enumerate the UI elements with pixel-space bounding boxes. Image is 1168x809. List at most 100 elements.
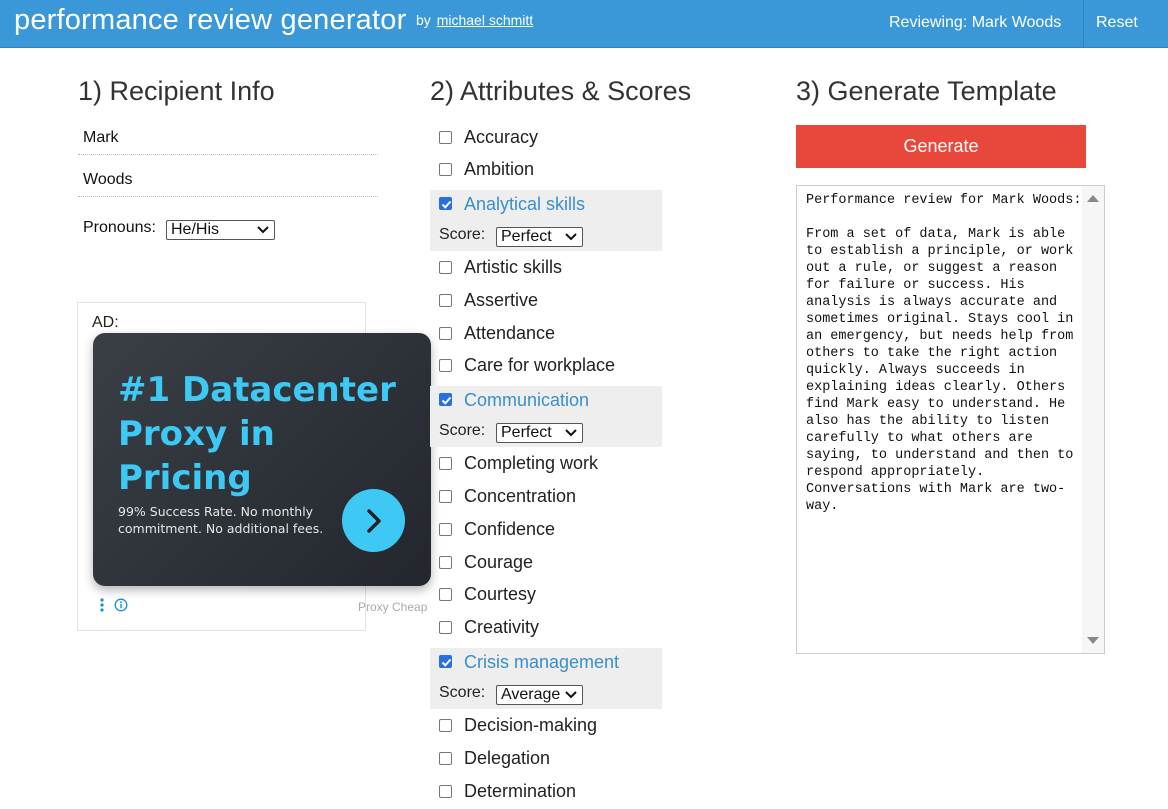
- review-output-textarea[interactable]: Performance review for Mark Woods: From …: [796, 185, 1105, 654]
- chevron-right-icon: [367, 509, 381, 533]
- scroll-up-icon[interactable]: [1086, 193, 1100, 203]
- info-icon[interactable]: [114, 598, 128, 612]
- attribute-checkbox[interactable]: [439, 131, 452, 144]
- attribute-checkbox[interactable]: [439, 457, 452, 470]
- attribute-checkbox[interactable]: [439, 261, 452, 274]
- ad-label: AD:: [92, 314, 119, 331]
- byline: by michael schmitt: [416, 12, 533, 28]
- scroll-down-icon[interactable]: [1086, 636, 1100, 646]
- byline-prefix: by: [416, 12, 431, 28]
- attribute-checkbox[interactable]: [439, 556, 452, 569]
- attribute-row[interactable]: Care for workplace: [430, 349, 662, 382]
- recipient-heading: 1) Recipient Info: [78, 76, 275, 106]
- template-heading: 3) Generate Template: [796, 76, 1057, 106]
- attribute-checkbox[interactable]: [439, 490, 452, 503]
- score-label: Score:: [439, 226, 486, 243]
- attribute-checkbox[interactable]: [439, 163, 452, 176]
- score-value: Perfect: [501, 424, 552, 441]
- score-value: Average: [501, 686, 561, 703]
- pronouns-value: He/His: [171, 221, 220, 238]
- attribute-checkbox[interactable]: [439, 719, 452, 732]
- attribute-row[interactable]: Determination: [430, 775, 662, 808]
- attribute-checkbox[interactable]: [439, 359, 452, 372]
- attribute-label[interactable]: Confidence: [464, 519, 555, 540]
- score-label: Score:: [439, 684, 486, 701]
- attribute-label[interactable]: Ambition: [464, 159, 534, 180]
- review-output-text: Performance review for Mark Woods: From …: [806, 193, 1082, 514]
- attribute-label[interactable]: Delegation: [464, 748, 550, 769]
- checkmark-icon: [441, 658, 452, 667]
- score-select[interactable]: Average: [496, 685, 583, 705]
- attribute-row[interactable]: Courtesy: [430, 578, 662, 611]
- attribute-label[interactable]: Communication: [464, 390, 589, 411]
- attribute-row[interactable]: Crisis management Score: Average: [430, 648, 662, 709]
- attribute-checkbox[interactable]: [439, 752, 452, 765]
- attribute-label[interactable]: Crisis management: [464, 652, 619, 673]
- attributes-heading: 2) Attributes & Scores: [430, 76, 692, 106]
- attribute-label[interactable]: Attendance: [464, 323, 555, 344]
- chevron-down-icon: [565, 691, 577, 699]
- attribute-checkbox[interactable]: [439, 393, 452, 406]
- attribute-row[interactable]: Delegation: [430, 742, 662, 775]
- attribute-row[interactable]: Assertive: [430, 284, 662, 317]
- score-select[interactable]: Perfect: [496, 227, 583, 247]
- attribute-label[interactable]: Artistic skills: [464, 257, 562, 278]
- attribute-row[interactable]: Communication Score: Perfect: [430, 386, 662, 447]
- attribute-row[interactable]: Creativity: [430, 611, 662, 644]
- attribute-label[interactable]: Courtesy: [464, 584, 536, 605]
- reviewing-status: Reviewing: Mark Woods: [889, 14, 1062, 31]
- checkmark-icon: [441, 396, 452, 405]
- attribute-checkbox[interactable]: [439, 294, 452, 307]
- attribute-checkbox[interactable]: [439, 523, 452, 536]
- attribute-row[interactable]: Ambition: [430, 153, 662, 186]
- last-name-input[interactable]: [78, 163, 378, 197]
- attribute-row[interactable]: Completing work: [430, 447, 662, 480]
- checkmark-icon: [441, 200, 452, 209]
- attribute-label[interactable]: Creativity: [464, 617, 539, 638]
- chevron-down-icon: [565, 233, 577, 241]
- attribute-checkbox[interactable]: [439, 327, 452, 340]
- attribute-label[interactable]: Courage: [464, 552, 533, 573]
- top-bar: performance review generator by michael …: [0, 0, 1168, 48]
- score-label: Score:: [439, 422, 486, 439]
- attribute-row[interactable]: Artistic skills: [430, 251, 662, 284]
- chevron-down-icon: [565, 429, 577, 437]
- attribute-label[interactable]: Determination: [464, 781, 576, 802]
- kebab-menu-icon[interactable]: [99, 598, 105, 612]
- attribute-checkbox[interactable]: [439, 621, 452, 634]
- attribute-label[interactable]: Concentration: [464, 486, 576, 507]
- attribute-row[interactable]: Decision-making: [430, 709, 662, 742]
- generate-button[interactable]: Generate: [796, 125, 1086, 168]
- pronouns-label: Pronouns:: [83, 219, 156, 236]
- attribute-label[interactable]: Analytical skills: [464, 194, 585, 215]
- pronouns-select[interactable]: He/His: [166, 220, 275, 240]
- header-divider: [1083, 0, 1084, 48]
- app-title: performance review generator: [14, 4, 407, 36]
- score-select[interactable]: Perfect: [496, 423, 583, 443]
- reset-button[interactable]: Reset: [1096, 14, 1138, 32]
- score-value: Perfect: [501, 228, 552, 245]
- output-scrollbar[interactable]: [1082, 186, 1104, 653]
- attribute-row[interactable]: Analytical skills Score: Perfect: [430, 190, 662, 251]
- attribute-row[interactable]: Accuracy: [430, 121, 662, 154]
- chevron-down-icon: [257, 226, 269, 234]
- attribute-label[interactable]: Care for workplace: [464, 355, 615, 376]
- ad-headline[interactable]: #1 Datacenter Proxy in Pricing: [118, 368, 418, 500]
- attribute-checkbox[interactable]: [439, 785, 452, 798]
- attribute-label[interactable]: Accuracy: [464, 127, 538, 148]
- attribute-row[interactable]: Confidence: [430, 513, 662, 546]
- ad-brand: Proxy Cheap: [358, 600, 428, 614]
- author-link[interactable]: michael schmitt: [437, 12, 533, 28]
- attribute-label[interactable]: Completing work: [464, 453, 598, 474]
- attribute-row[interactable]: Courage: [430, 546, 662, 579]
- attribute-checkbox[interactable]: [439, 588, 452, 601]
- attribute-row[interactable]: Concentration: [430, 480, 662, 513]
- attribute-checkbox[interactable]: [439, 655, 452, 668]
- attribute-checkbox[interactable]: [439, 197, 452, 210]
- ad-arrow-button[interactable]: [342, 489, 405, 552]
- attribute-label[interactable]: Assertive: [464, 290, 538, 311]
- first-name-input[interactable]: [78, 121, 378, 155]
- attribute-row[interactable]: Attendance: [430, 317, 662, 350]
- attribute-label[interactable]: Decision-making: [464, 715, 597, 736]
- ad-subtext[interactable]: 99% Success Rate. No monthly commitment.…: [118, 503, 333, 537]
